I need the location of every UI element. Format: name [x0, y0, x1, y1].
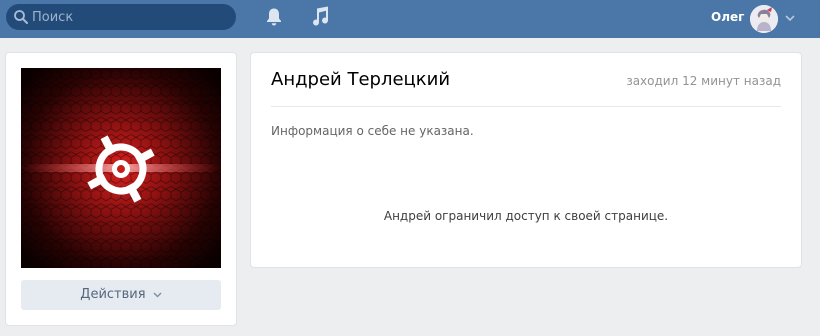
user-menu[interactable]: Олег: [705, 3, 815, 33]
profile-info-card: Андрей Терлецкий заходил 12 минут назад …: [250, 52, 802, 268]
chevron-down-icon: [153, 292, 162, 297]
last-seen-status: заходил 12 минут назад: [626, 74, 781, 88]
actions-button[interactable]: Действия: [21, 280, 221, 310]
divider: [271, 106, 781, 107]
top-bar: Олег: [0, 0, 820, 38]
actions-label: Действия: [80, 287, 146, 302]
user-name: Олег: [711, 10, 745, 24]
chevron-down-icon: [785, 15, 795, 21]
search-input[interactable]: [32, 4, 228, 30]
about-text: Информация о себе не указана.: [271, 124, 474, 138]
search-box[interactable]: [6, 4, 236, 30]
music-note-icon[interactable]: [311, 6, 329, 26]
restricted-message: Андрей ограничил доступ к своей странице…: [383, 209, 669, 223]
profile-photo[interactable]: [21, 68, 221, 268]
avatar[interactable]: [750, 5, 778, 33]
page-title: Андрей Терлецкий: [271, 69, 451, 90]
avatar-image: [750, 5, 778, 33]
search-icon: [14, 10, 28, 24]
profile-photo-card: Действия: [5, 52, 237, 326]
bell-icon[interactable]: [265, 7, 283, 27]
crosshair-logo-image: [21, 68, 221, 268]
